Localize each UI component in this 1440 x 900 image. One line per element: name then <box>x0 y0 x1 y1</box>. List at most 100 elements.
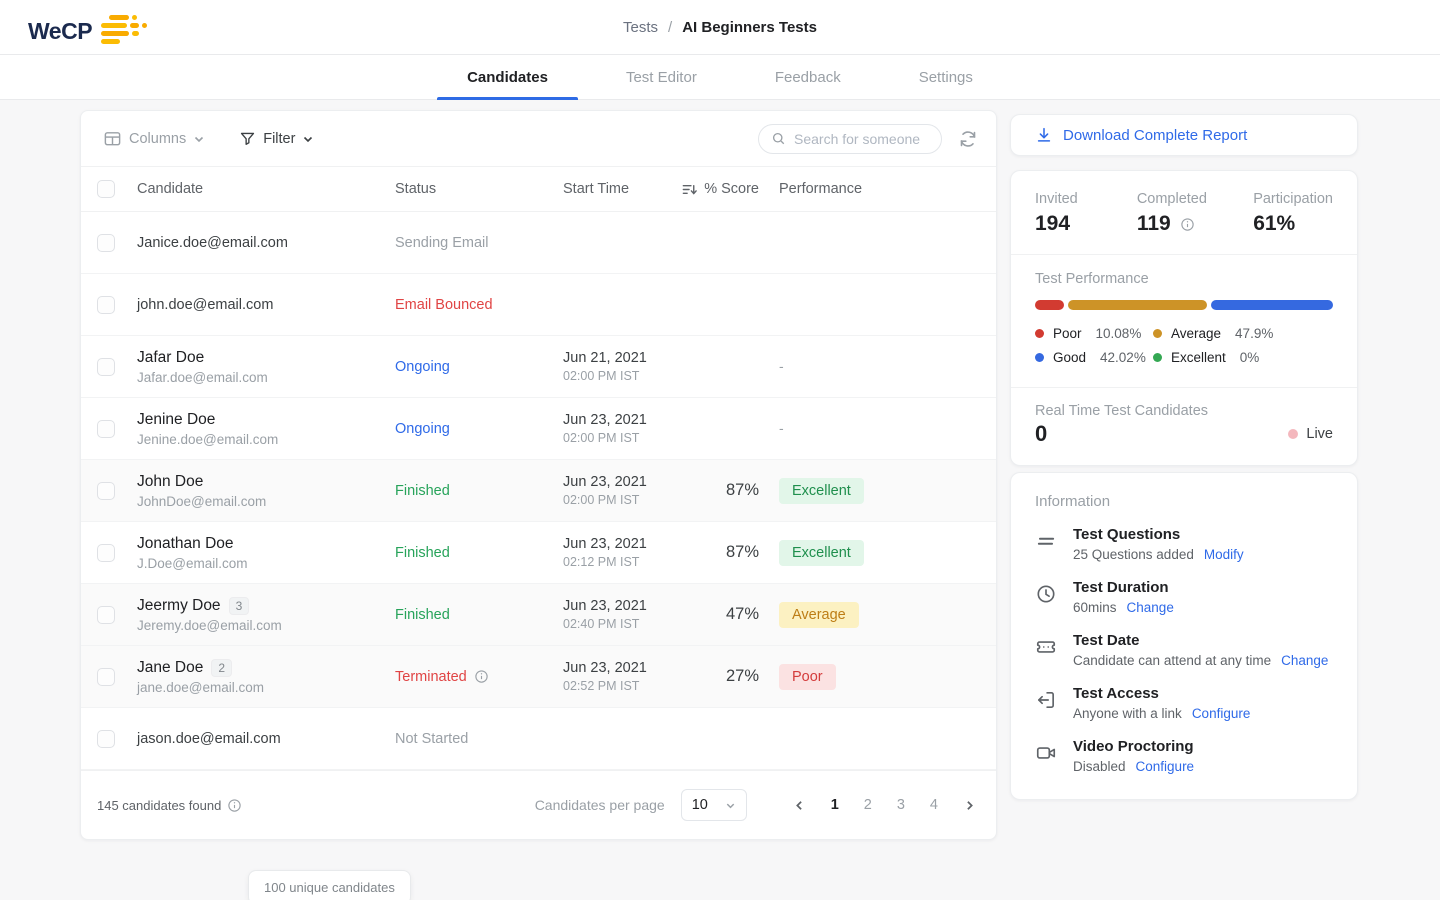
legend-label: Good <box>1053 350 1086 365</box>
table-row[interactable]: Janice.doe@email.comSending Email <box>81 212 996 274</box>
table-row[interactable]: jason.doe@email.comNot Started <box>81 708 996 770</box>
pagination-next-icon[interactable] <box>963 799 976 812</box>
filter-button[interactable]: Filter <box>239 130 314 147</box>
performance-empty: - <box>779 358 784 374</box>
page-number-3[interactable]: 3 <box>897 797 905 813</box>
access-icon <box>1035 685 1073 721</box>
download-report-label: Download Complete Report <box>1063 127 1247 144</box>
table-row[interactable]: Jafar DoeJafar.doe@email.comOngoingJun 2… <box>81 336 996 398</box>
info-icon[interactable] <box>227 798 242 813</box>
table-toolbar: Columns Filter <box>81 111 996 166</box>
table-row[interactable]: Jane Doe2jane.doe@email.comTerminatedJun… <box>81 646 996 708</box>
brand-icon <box>101 14 147 48</box>
brand-logo[interactable]: WeCP <box>28 14 147 48</box>
breadcrumb-parent[interactable]: Tests <box>623 19 658 36</box>
refresh-icon[interactable] <box>958 129 978 149</box>
list-icon <box>1035 526 1073 562</box>
column-header-candidate[interactable]: Candidate <box>137 181 395 197</box>
realtime-title: Real Time Test Candidates <box>1035 403 1333 419</box>
legend-dot <box>1035 353 1044 362</box>
realtime-section: Real Time Test Candidates 0 Live <box>1011 388 1357 465</box>
info-item-subtitle: Disabled <box>1073 759 1126 774</box>
row-checkbox[interactable] <box>97 482 115 500</box>
info-item-link[interactable]: Change <box>1127 600 1174 615</box>
information-card: Information Test Questions25 Questions a… <box>1010 472 1358 800</box>
info-item-title: Test Access <box>1073 685 1250 702</box>
table-row[interactable]: Jenine DoeJenine.doe@email.comOngoingJun… <box>81 398 996 460</box>
status-text: Terminated <box>395 669 563 685</box>
candidate-email: Jenine.doe@email.com <box>137 432 395 447</box>
tab-candidates[interactable]: Candidates <box>437 55 578 99</box>
live-label: Live <box>1306 426 1333 442</box>
info-item-test-date: Test DateCandidate can attend at any tim… <box>1035 632 1333 668</box>
tab-settings[interactable]: Settings <box>889 55 1003 99</box>
chevron-down-icon <box>725 800 736 811</box>
info-item-test-questions: Test Questions25 Questions addedModify <box>1035 526 1333 562</box>
status-text: Finished <box>395 483 563 499</box>
column-header-score[interactable]: % Score <box>704 181 759 197</box>
download-report-button[interactable]: Download Complete Report <box>1010 114 1358 156</box>
info-item-test-access: Test AccessAnyone with a linkConfigure <box>1035 685 1333 721</box>
legend-label: Poor <box>1053 326 1082 341</box>
row-checkbox[interactable] <box>97 296 115 314</box>
brand-name: WeCP <box>28 18 92 45</box>
information-items: Test Questions25 Questions addedModify Te… <box>1035 526 1333 774</box>
table-row[interactable]: john.doe@email.comEmail Bounced <box>81 274 996 336</box>
table-row[interactable]: John DoeJohnDoe@email.comFinishedJun 23,… <box>81 460 996 522</box>
candidate-email: Janice.doe@email.com <box>137 235 288 251</box>
sort-icon[interactable] <box>681 181 698 198</box>
columns-menu-button[interactable]: Columns <box>103 129 205 148</box>
stat-value: 119 <box>1137 212 1171 236</box>
performance-badge: Excellent <box>779 478 864 504</box>
legend-item-average: Average 47.9% <box>1153 326 1333 341</box>
select-all-checkbox[interactable] <box>97 180 115 198</box>
candidates-table-card: Columns Filter <box>80 110 997 840</box>
start-date: Jun 21, 2021 <box>563 350 681 366</box>
table-row[interactable]: Jonathan DoeJ.Doe@email.comFinishedJun 2… <box>81 522 996 584</box>
page-number-4[interactable]: 4 <box>930 797 938 813</box>
search-box[interactable] <box>758 124 942 154</box>
row-checkbox[interactable] <box>97 234 115 252</box>
per-page-select[interactable]: 10 <box>681 789 747 821</box>
page-number-1[interactable]: 1 <box>831 797 839 813</box>
info-item-link[interactable]: Modify <box>1204 547 1244 562</box>
row-checkbox[interactable] <box>97 606 115 624</box>
column-header-status[interactable]: Status <box>395 181 563 197</box>
row-checkbox[interactable] <box>97 358 115 376</box>
tab-feedback[interactable]: Feedback <box>745 55 871 99</box>
info-icon[interactable] <box>1180 217 1195 232</box>
info-item-link[interactable]: Configure <box>1192 706 1251 721</box>
row-checkbox[interactable] <box>97 730 115 748</box>
bar-segment-poor <box>1035 300 1064 310</box>
column-header-start-time[interactable]: Start Time <box>563 181 681 197</box>
bar-segment-average <box>1068 300 1207 310</box>
info-icon[interactable] <box>474 669 489 684</box>
stat-value: 194 <box>1035 212 1070 236</box>
info-item-video-proctoring: Video ProctoringDisabledConfigure <box>1035 738 1333 774</box>
legend-dot <box>1153 353 1162 362</box>
search-input[interactable] <box>794 131 929 147</box>
candidate-email: john.doe@email.com <box>137 297 273 313</box>
legend-value: 42.02% <box>1100 350 1146 365</box>
tab-test-editor[interactable]: Test Editor <box>596 55 727 99</box>
legend-label: Excellent <box>1171 350 1226 365</box>
video-icon <box>1035 738 1073 774</box>
start-date: Jun 23, 2021 <box>563 474 681 490</box>
app-header: WeCP Tests / AI Beginners Tests <box>0 0 1440 55</box>
row-checkbox[interactable] <box>97 544 115 562</box>
legend-label: Average <box>1171 326 1221 341</box>
table-row[interactable]: Jeermy Doe3Jeremy.doe@email.comFinishedJ… <box>81 584 996 646</box>
row-checkbox[interactable] <box>97 668 115 686</box>
pagination-prev-icon[interactable] <box>793 799 806 812</box>
info-item-link[interactable]: Change <box>1281 653 1328 668</box>
test-stats-card: Invited194Completed119Participation61% T… <box>1010 170 1358 466</box>
page-number-2[interactable]: 2 <box>864 797 872 813</box>
tab-bar: Candidates Test Editor Feedback Settings <box>0 55 1440 100</box>
row-checkbox[interactable] <box>97 420 115 438</box>
candidate-name: John Doe <box>137 473 203 491</box>
info-item-link[interactable]: Configure <box>1136 759 1195 774</box>
legend-value: 47.9% <box>1235 326 1273 341</box>
table-header-row: Candidate Status Start Time % Score Perf… <box>81 166 996 212</box>
per-page-value: 10 <box>692 797 708 813</box>
column-header-performance[interactable]: Performance <box>759 181 976 197</box>
